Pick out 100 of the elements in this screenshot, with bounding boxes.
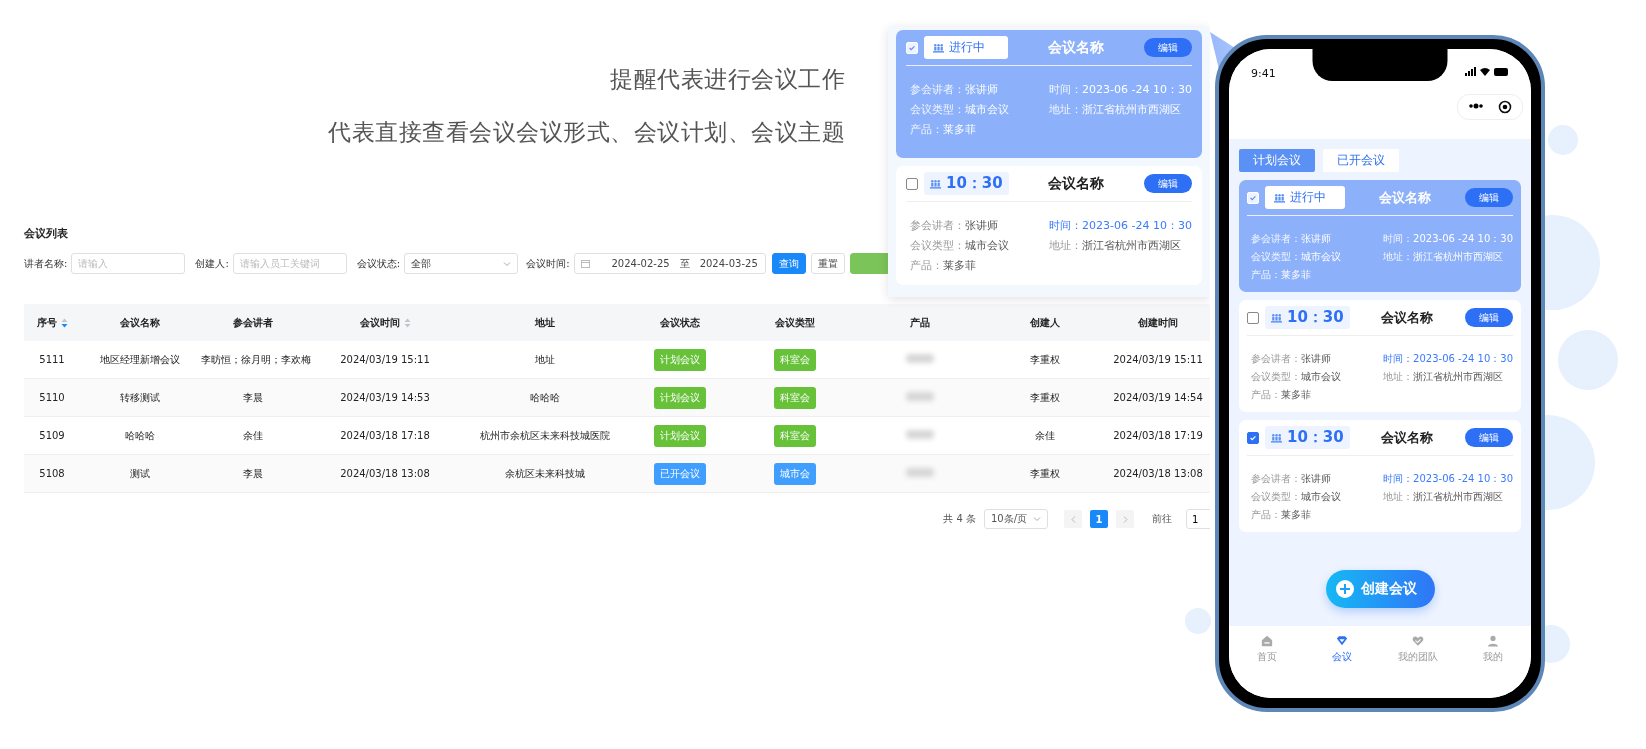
date-range-field[interactable]: 2024-02-25 至 2024-03-25 — [573, 253, 766, 274]
field-text: 地址：浙江省杭州市西湖区 — [1383, 250, 1505, 264]
field-text: 会议类型：城市会议 — [1251, 490, 1342, 504]
field-text: 地址：浙江省杭州市西湖区 — [1049, 238, 1183, 253]
time-text: 10：30 — [1287, 428, 1344, 447]
table-cell: 测试 — [130, 467, 150, 479]
status-text: 进行中 — [949, 39, 985, 56]
field-text: 地址：浙江省杭州市西湖区 — [1049, 102, 1183, 117]
table-cell: 地区经理新增会议 — [100, 353, 180, 365]
column-header: 会议名称 — [120, 315, 160, 330]
type-tag: 科室会 — [774, 386, 816, 409]
status-tag: 计划会议 — [654, 348, 706, 371]
table-cell: 2024/03/18 13:08 — [1113, 468, 1203, 479]
reset-button[interactable]: 重置 — [810, 253, 845, 274]
filter-label: 会议状态: — [356, 256, 401, 271]
field-text: 参会讲者：张讲师 — [910, 218, 999, 233]
list-title: 会议列表 — [24, 226, 68, 241]
nav-item[interactable]: 会议 — [1312, 634, 1373, 698]
column-header: 序号 — [36, 315, 57, 330]
table-cell: 李晨 — [243, 391, 263, 403]
status-time: 9:41 — [1251, 67, 1276, 80]
table-cell: 李重权 — [1030, 467, 1060, 479]
field-text: 会议类型：城市会议 — [910, 238, 1010, 253]
page-size-select[interactable]: 10条/页 — [984, 509, 1048, 529]
field-text: 时间：2023-06 -24 10：30 — [1383, 352, 1513, 366]
table-cell: 转移测试 — [120, 391, 160, 403]
time-text: 10：30 — [946, 174, 1003, 193]
table-cell: 李重权 — [1030, 353, 1060, 365]
field-text: 时间：2023-06 -24 10：30 — [1383, 232, 1513, 246]
column-header: 会议时间 — [359, 315, 400, 330]
table-cell: 余杭区未来科技城 — [505, 467, 585, 479]
column-header: 会议状态 — [660, 315, 700, 330]
text-input[interactable]: 请输入 — [71, 253, 186, 274]
field-text: 参会讲者：张讲师 — [1251, 472, 1332, 486]
meeting-title: 会议名称 — [1378, 188, 1432, 207]
table-cell: 李重权 — [1030, 391, 1060, 403]
field-text: 产品：莱多菲 — [1251, 268, 1312, 282]
edit-button[interactable]: 编辑 — [1465, 308, 1513, 327]
table-cell: 5108 — [39, 468, 65, 479]
column-header: 产品 — [910, 315, 930, 330]
filter-label: 会议时间: — [526, 256, 570, 271]
column-header: 会议类型 — [775, 315, 815, 330]
text-input[interactable]: 请输入员工关键词 — [232, 253, 347, 274]
edit-button[interactable]: 编辑 — [1144, 174, 1192, 193]
field-text: 地址：浙江省杭州市西湖区 — [1383, 490, 1505, 504]
total-count: 共 4 条 — [943, 512, 976, 526]
meeting-title: 会议名称 — [1047, 174, 1106, 193]
tab[interactable]: 已开会议 — [1323, 149, 1399, 172]
edit-button[interactable]: 编辑 — [1465, 428, 1513, 447]
table-cell: 2024/03/19 15:11 — [340, 354, 430, 365]
type-tag: 城市会 — [774, 462, 816, 485]
field-text: 产品：莱多菲 — [1251, 388, 1312, 402]
date-text: 2024-03-25 — [699, 258, 758, 269]
meeting-card[interactable]: 进行中 会议名称 编辑 参会讲者：张讲师 时间：2023-06 -24 10：30 会议类型：城市会议 地址：浙江省杭州市西湖区 产品：莱多菲 — [896, 30, 1202, 158]
status-tag: 已开会议 — [654, 462, 706, 485]
field-text: 参会讲者：张讲师 — [910, 82, 999, 97]
meeting-card[interactable]: 10：30 会议名称 编辑 参会讲者：张讲师 时间：2023-06 -24 10：30 会议类型：城市会议 地址：浙江省杭州市西湖区 产品：莱多菲 — [1239, 300, 1521, 412]
table-cell: 李昉恒；徐月明；李欢梅 — [201, 353, 311, 365]
table-cell: 余佳 — [243, 429, 263, 441]
table-cell: 地址 — [535, 353, 555, 365]
table-cell: 哈哈哈 — [125, 429, 155, 441]
meeting-card[interactable]: 进行中 会议名称 编辑 参会讲者：张讲师 时间：2023-06 -24 10：30 会议类型：城市会议 地址：浙江省杭州市西湖区 产品：莱多菲 — [1239, 180, 1521, 292]
field-text: 产品：莱多菲 — [1251, 508, 1312, 522]
column-header: 地址 — [535, 315, 555, 330]
meeting-title: 会议名称 — [1380, 308, 1435, 327]
headline-text: 提醒代表进行会议工作 — [610, 65, 845, 94]
table-cell: 杭州市余杭区未来科技城医院 — [480, 429, 610, 441]
goto-label: 前往 — [1152, 512, 1172, 526]
tab[interactable]: 计划会议 — [1239, 149, 1315, 172]
meeting-card[interactable]: 10：30 会议名称 编辑 参会讲者：张讲师 时间：2023-06 -24 10：30 会议类型：城市会议 地址：浙江省杭州市西湖区 产品：莱多菲 — [896, 166, 1202, 285]
field-text: 时间：2023-06 -24 10：30 — [1049, 82, 1192, 97]
date-text: 2024-02-25 — [611, 258, 670, 269]
nav-item[interactable]: 我的 — [1463, 634, 1524, 698]
meeting-title: 会议名称 — [1047, 38, 1105, 57]
field-text: 地址：浙江省杭州市西湖区 — [1383, 370, 1505, 384]
type-tag: 科室会 — [774, 424, 816, 447]
filter-label: 讲者名称: — [24, 256, 68, 271]
nav-item[interactable]: 我的团队 — [1387, 634, 1448, 698]
status-tag: 计划会议 — [654, 424, 706, 447]
page-input[interactable]: 1 — [1186, 509, 1210, 529]
edit-button[interactable]: 编辑 — [1144, 38, 1192, 57]
field-text: 时间：2023-06 -24 10：30 — [1383, 472, 1513, 486]
page-button[interactable]: 1 — [1090, 510, 1108, 528]
search-button[interactable]: 查询 — [771, 253, 806, 274]
meeting-card[interactable]: 10：30 会议名称 编辑 参会讲者：张讲师 时间：2023-06 -24 10：30 会议类型：城市会议 地址：浙江省杭州市西湖区 产品：莱多菲 — [1239, 420, 1521, 532]
table-cell: 2024/03/18 17:19 — [1113, 430, 1203, 441]
column-header: 创建人 — [1030, 315, 1060, 330]
field-text: 会议类型：城市会议 — [1251, 370, 1342, 384]
status-text: 进行中 — [1290, 189, 1326, 206]
create-button[interactable]: 创建会议 — [1325, 570, 1435, 608]
field-text: 时间：2023-06 -24 10：30 — [1049, 218, 1192, 233]
field-text: 会议类型：城市会议 — [910, 102, 1010, 117]
nav-item[interactable]: 首页 — [1236, 634, 1297, 698]
status-select[interactable]: 全部 — [404, 253, 519, 274]
field-text: 产品：莱多菲 — [910, 258, 977, 273]
table-cell: 余佳 — [1035, 429, 1055, 441]
edit-button[interactable]: 编辑 — [1465, 188, 1513, 207]
status-tag: 计划会议 — [654, 386, 706, 409]
time-text: 10：30 — [1287, 308, 1344, 327]
table-cell: 5111 — [39, 354, 65, 365]
